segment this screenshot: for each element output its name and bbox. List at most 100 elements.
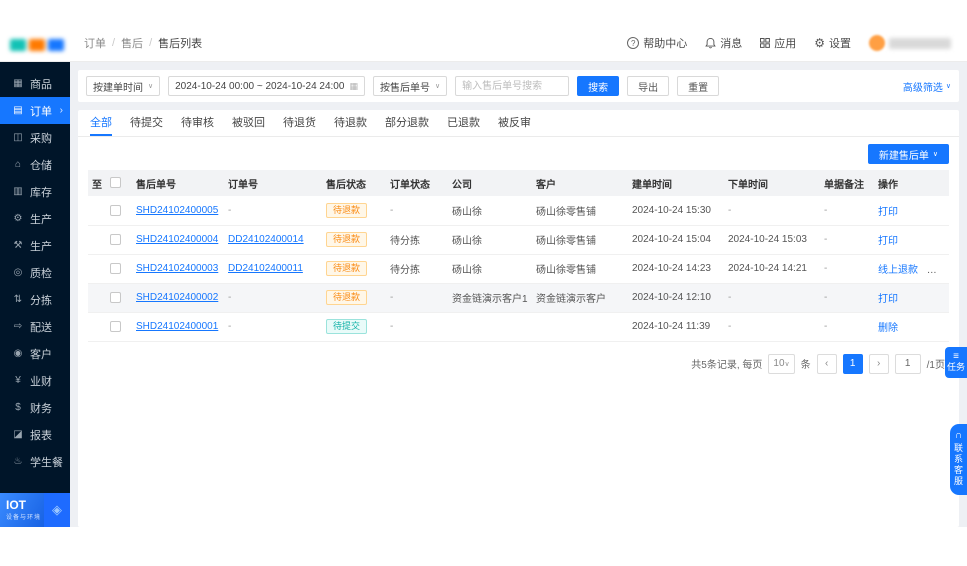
contact-service-floating-button[interactable]: ∩ 联系客服	[950, 424, 967, 495]
sidebar-item-goods[interactable]: ▦ 商品	[0, 70, 70, 97]
search-button[interactable]: 搜索	[577, 76, 620, 96]
tab-rejected[interactable]: 被驳回	[232, 110, 265, 136]
number-field-select[interactable]: 按售后单号 ∨	[372, 76, 448, 96]
online-refund-action-link[interactable]: 线上退款	[878, 265, 918, 276]
customer-cell: 砀山徐零售铺	[532, 225, 628, 255]
tab-pending-review[interactable]: 待审核	[181, 110, 214, 136]
order-status-cell: 待分拣	[386, 254, 448, 284]
print-action-link[interactable]: 打印	[878, 294, 898, 305]
row-checkbox[interactable]	[110, 233, 121, 245]
prev-page-icon: ‹	[824, 358, 829, 369]
tab-refunded[interactable]: 已退款	[447, 110, 480, 136]
time-field-select[interactable]: 按建单时间 ∨	[86, 76, 161, 96]
sidebar-item-quality[interactable]: ◎ 质检	[0, 259, 70, 286]
sidebar-item-label: 生产	[30, 240, 52, 253]
iot-logo-block: IOT 设备与环境 ◈	[0, 493, 70, 527]
aftersales-no-link[interactable]: SHD24102400005	[136, 205, 218, 216]
sidebar-item-label: 仓储	[30, 159, 52, 172]
select-all-checkbox[interactable]	[110, 177, 121, 189]
task-floating-button[interactable]: ≡ 任务	[945, 347, 967, 378]
reset-button[interactable]: 重置	[677, 76, 720, 96]
print-action-link[interactable]: 打印	[927, 265, 947, 276]
sidebar-item-delivery[interactable]: ⇨ 配送	[0, 313, 70, 340]
export-button[interactable]: 导出	[627, 76, 670, 96]
col-order-no: 订单号	[224, 170, 322, 196]
help-center-button[interactable]: ? 帮助中心	[627, 35, 687, 51]
aftersales-search-input[interactable]	[455, 76, 570, 96]
tab-review-reversed[interactable]: 被反审	[498, 110, 531, 136]
print-action-link[interactable]: 打印	[878, 236, 898, 247]
prev-page-button[interactable]: ‹	[816, 353, 837, 374]
breadcrumb-aftersales[interactable]: 售后	[121, 35, 143, 51]
aftersales-no-link[interactable]: SHD24102400003	[136, 263, 218, 274]
sidebar-item-production[interactable]: ⚙ 生产	[0, 205, 70, 232]
sidebar-item-orders[interactable]: ▤ 订单 ›	[0, 97, 70, 124]
tab-pending-refund[interactable]: 待退款	[334, 110, 367, 136]
aftersales-no-link[interactable]: SHD24102400002	[136, 292, 218, 303]
new-aftersales-label: 新建售后单	[878, 150, 929, 162]
pagination: 共5条记录, 每页 10 ∨ 条 ‹ 1 › /1页	[78, 342, 959, 386]
print-action-link[interactable]: 打印	[878, 207, 898, 218]
sidebar-item-procurement[interactable]: ◫ 采购	[0, 124, 70, 151]
tab-pending-submit[interactable]: 待提交	[130, 110, 163, 136]
breadcrumb-orders[interactable]: 订单	[84, 35, 106, 51]
sidebar-item-customers[interactable]: ◉ 客户	[0, 340, 70, 367]
messages-button[interactable]: 消息	[705, 35, 742, 51]
delete-action-link[interactable]: 删除	[878, 323, 898, 334]
remark-cell: -	[820, 254, 874, 284]
tab-partial-refund[interactable]: 部分退款	[385, 110, 429, 136]
customer-icon: ◉	[13, 348, 23, 359]
user-account[interactable]	[869, 35, 951, 51]
sidebar-item-finance[interactable]: $ 财务	[0, 394, 70, 421]
sidebar-item-production-2[interactable]: ⚒ 生产	[0, 232, 70, 259]
order-status-cell: -	[386, 283, 448, 313]
sidebar-item-label: 生产	[30, 213, 52, 226]
iot-cube-icon: ◈	[44, 493, 70, 527]
apps-button[interactable]: 应用	[760, 35, 796, 51]
tab-pending-return[interactable]: 待退货	[283, 110, 316, 136]
settings-button[interactable]: ⚙ 设置	[814, 35, 851, 51]
logo-block-teal	[10, 39, 26, 51]
sidebar-item-label: 库存	[30, 186, 52, 199]
sidebar-item-reports[interactable]: ◪ 报表	[0, 421, 70, 448]
order-status-cell: -	[386, 312, 448, 342]
expand-cell	[88, 225, 106, 255]
page-jump-input[interactable]	[894, 353, 921, 374]
expand-cell	[88, 196, 106, 226]
sidebar-item-inventory[interactable]: ▥ 库存	[0, 178, 70, 205]
order-status-cell: 待分拣	[386, 225, 448, 255]
order-no-link[interactable]: DD24102400011	[228, 263, 303, 274]
sidebar-item-warehouse[interactable]: ⌂ 仓储	[0, 151, 70, 178]
new-aftersales-button[interactable]: 新建售后单 ∨	[867, 144, 949, 164]
aftersales-no-link[interactable]: SHD24102400004	[136, 234, 218, 245]
current-page-button[interactable]: 1	[842, 353, 863, 374]
order-no-link[interactable]: DD24102400014	[228, 234, 304, 245]
row-checkbox[interactable]	[110, 262, 121, 274]
sidebar-item-sorting[interactable]: ⇅ 分拣	[0, 286, 70, 313]
gear-icon: ⚙	[814, 36, 825, 50]
brand-logo-blurred	[10, 39, 64, 51]
row-checkbox[interactable]	[110, 291, 121, 303]
row-checkbox[interactable]	[110, 204, 121, 216]
sidebar-item-biz-finance[interactable]: ¥ 业财	[0, 367, 70, 394]
chevron-down-icon: ∨	[148, 83, 154, 90]
page-size-select[interactable]: 10 ∨	[768, 353, 795, 374]
sidebar-item-student-meal[interactable]: ♨ 学生餐	[0, 448, 70, 475]
status-badge: 待退款	[326, 202, 368, 218]
logo-block-orange	[29, 39, 45, 51]
created-time-cell: 2024-10-24 15:04	[628, 225, 724, 255]
col-aftersales-no: 售后单号	[132, 170, 224, 196]
tab-all[interactable]: 全部	[90, 110, 112, 136]
advanced-filter-link[interactable]: 高级筛选 ∨	[903, 79, 951, 94]
date-range-input[interactable]: 2024-10-24 00:00 ~ 2024-10-24 24:00 ▦	[168, 76, 365, 96]
report-icon: ◪	[13, 429, 23, 440]
row-checkbox[interactable]	[110, 320, 121, 332]
aftersales-no-link[interactable]: SHD24102400001	[136, 321, 218, 332]
order-time-cell: -	[724, 312, 820, 342]
delivery-icon: ⇨	[13, 321, 23, 332]
sidebar-item-label: 质检	[30, 267, 52, 280]
next-page-button[interactable]: ›	[868, 353, 889, 374]
order-no-cell: -	[224, 312, 322, 342]
goods-icon: ▦	[13, 78, 23, 89]
customer-cell: 砀山徐零售铺	[532, 196, 628, 226]
